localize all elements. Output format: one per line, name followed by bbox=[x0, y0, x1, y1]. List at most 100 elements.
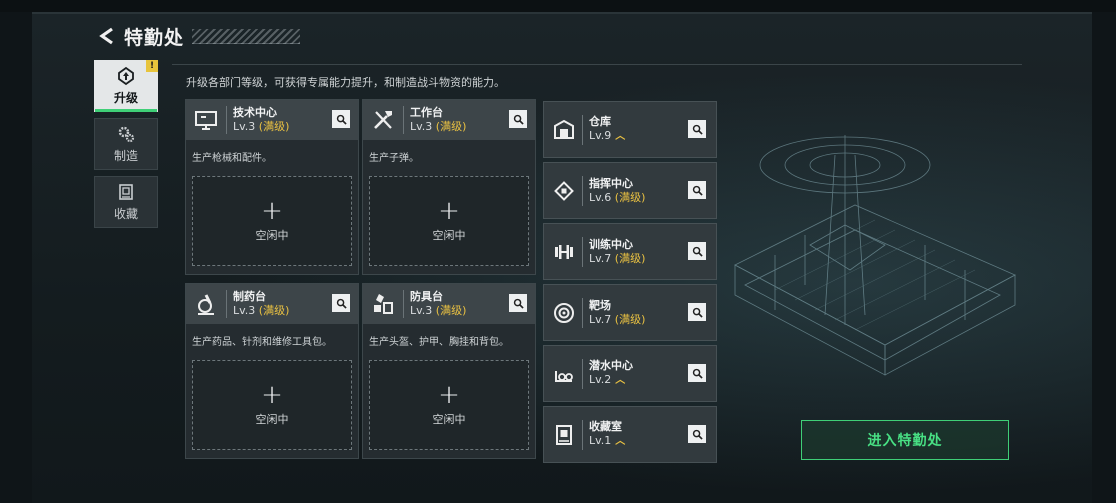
tab-label: 收藏 bbox=[113, 207, 138, 221]
facility-level: Lv.6 bbox=[589, 190, 612, 204]
facility-level: Lv.9 bbox=[589, 129, 612, 142]
page-title: 特勤处 bbox=[124, 26, 185, 49]
production-slot-idle[interactable]: + 空闲中 bbox=[192, 176, 352, 266]
inspect-button[interactable] bbox=[509, 294, 527, 312]
card-header: 制药台 Lv.3 (满级) bbox=[186, 284, 358, 324]
max-level-label: (满级) bbox=[435, 120, 467, 133]
search-icon bbox=[692, 307, 703, 318]
inspect-button[interactable] bbox=[688, 364, 706, 382]
facility-name: 收藏室 bbox=[589, 420, 622, 433]
facility-description: 生产子弹。 bbox=[369, 153, 419, 164]
facility-card-collection-room[interactable]: 收藏室 Lv.1 ︿ bbox=[543, 406, 717, 463]
facility-card-shooting-range[interactable]: 靶场 Lv.7 (满级) bbox=[543, 284, 717, 341]
search-icon bbox=[336, 114, 347, 125]
plus-icon: + bbox=[438, 380, 460, 410]
facility-description: 生产头盔、护甲、胸挂和背包。 bbox=[369, 337, 509, 348]
facility-level: Lv.3 bbox=[233, 120, 256, 133]
upgrade-icon bbox=[118, 66, 134, 86]
microscope-icon bbox=[186, 284, 226, 324]
tab-label: 升级 bbox=[113, 91, 138, 105]
facility-level: Lv.3 bbox=[233, 304, 256, 317]
production-slot-idle[interactable]: + 空闲中 bbox=[369, 176, 529, 266]
tools-icon bbox=[363, 100, 403, 140]
facility-level: Lv.3 bbox=[410, 120, 433, 133]
facility-card-tech-center[interactable]: 技术中心 Lv.3 (满级) 生产枪械和配件。 + 空闲中 bbox=[185, 99, 359, 275]
production-slot-idle[interactable]: + 空闲中 bbox=[192, 360, 352, 450]
notification-badge: ! bbox=[146, 60, 158, 72]
idle-label: 空闲中 bbox=[432, 413, 466, 426]
side-tab-bar: ! 升级 制造 收藏 bbox=[94, 60, 158, 234]
facility-name: 靶场 bbox=[589, 298, 611, 312]
enter-special-ops-button[interactable]: 进入特勤处 bbox=[801, 420, 1009, 460]
max-level-label: (满级) bbox=[435, 304, 467, 317]
search-icon bbox=[513, 114, 524, 125]
plus-icon: + bbox=[261, 380, 283, 410]
gear-icon bbox=[118, 126, 135, 143]
plus-icon: + bbox=[438, 196, 460, 226]
dumbbell-icon bbox=[546, 224, 582, 279]
facility-card-training-center[interactable]: 训练中心 Lv.7 (满级) bbox=[543, 223, 717, 280]
page-header: 特勤处 bbox=[94, 22, 301, 50]
max-level-label: (满级) bbox=[614, 251, 646, 265]
upgrade-arrow-icon: ︿ bbox=[615, 436, 625, 447]
facility-name: 仓库 bbox=[589, 115, 611, 128]
tab-collection[interactable]: 收藏 bbox=[94, 176, 158, 228]
inspect-button[interactable] bbox=[688, 425, 706, 443]
tab-upgrade[interactable]: ! 升级 bbox=[94, 60, 158, 112]
inspect-button[interactable] bbox=[688, 242, 706, 260]
search-icon bbox=[692, 185, 703, 196]
chip-icon bbox=[546, 163, 582, 218]
card-header: 技术中心 Lv.3 (满级) bbox=[186, 100, 358, 140]
inspect-button[interactable] bbox=[688, 181, 706, 199]
search-icon bbox=[336, 298, 347, 309]
inspect-button[interactable] bbox=[509, 110, 527, 128]
tab-craft[interactable]: 制造 bbox=[94, 118, 158, 170]
facility-level: Lv.7 bbox=[589, 312, 612, 326]
search-icon bbox=[692, 246, 703, 257]
inspect-button[interactable] bbox=[688, 303, 706, 321]
warehouse-icon bbox=[546, 102, 582, 157]
facility-name: 潜水中心 bbox=[589, 359, 633, 372]
idle-label: 空闲中 bbox=[432, 229, 466, 242]
facility-name: 训练中心 bbox=[589, 237, 633, 251]
facility-card-pharmacy[interactable]: 制药台 Lv.3 (满级) 生产药品、针剂和维修工具包。 + 空闲中 bbox=[185, 283, 359, 459]
facility-card-diving-center[interactable]: 潜水中心 Lv.2 ︿ bbox=[543, 345, 717, 402]
facility-name: 工作台 bbox=[410, 106, 443, 119]
divider bbox=[172, 64, 1022, 65]
collection-icon bbox=[546, 407, 582, 462]
facility-name: 技术中心 bbox=[233, 106, 277, 119]
facility-card-workbench[interactable]: 工作台 Lv.3 (满级) 生产子弹。 + 空闲中 bbox=[362, 99, 536, 275]
facility-level: Lv.7 bbox=[589, 251, 612, 265]
facility-card-warehouse[interactable]: 仓库 Lv.9 ︿ bbox=[543, 101, 717, 158]
facility-level: Lv.1 bbox=[589, 434, 612, 447]
max-level-label: (满级) bbox=[258, 304, 290, 317]
back-arrow-icon bbox=[99, 27, 113, 45]
building-wireframe-illustration bbox=[734, 135, 1016, 376]
search-icon bbox=[692, 429, 703, 440]
search-icon bbox=[692, 124, 703, 135]
target-icon bbox=[546, 285, 582, 340]
facility-name: 制药台 bbox=[233, 290, 266, 303]
search-icon bbox=[692, 368, 703, 379]
facility-level: Lv.2 bbox=[589, 373, 612, 386]
inspect-button[interactable] bbox=[332, 110, 350, 128]
production-slot-idle[interactable]: + 空闲中 bbox=[369, 360, 529, 450]
facility-card-command-center[interactable]: 指挥中心 Lv.6 (满级) bbox=[543, 162, 717, 219]
facility-description: 生产枪械和配件。 bbox=[192, 153, 272, 164]
inspect-button[interactable] bbox=[688, 120, 706, 138]
facility-description: 生产药品、针剂和维修工具包。 bbox=[192, 337, 332, 348]
card-header: 工作台 Lv.3 (满级) bbox=[363, 100, 535, 140]
max-level-label: (满级) bbox=[614, 190, 646, 204]
card-header: 防具台 Lv.3 (满级) bbox=[363, 284, 535, 324]
back-button[interactable] bbox=[94, 23, 120, 49]
max-level-label: (满级) bbox=[258, 120, 290, 133]
facility-card-armor-bench[interactable]: 防具台 Lv.3 (满级) 生产头盔、护甲、胸挂和背包。 + 空闲中 bbox=[362, 283, 536, 459]
idle-label: 空闲中 bbox=[255, 229, 289, 242]
collection-icon bbox=[119, 184, 133, 200]
inspect-button[interactable] bbox=[332, 294, 350, 312]
title-decoration bbox=[192, 28, 301, 44]
plus-icon: + bbox=[261, 196, 283, 226]
armor-icon bbox=[363, 284, 403, 324]
search-icon bbox=[513, 298, 524, 309]
facility-name: 防具台 bbox=[410, 290, 443, 303]
